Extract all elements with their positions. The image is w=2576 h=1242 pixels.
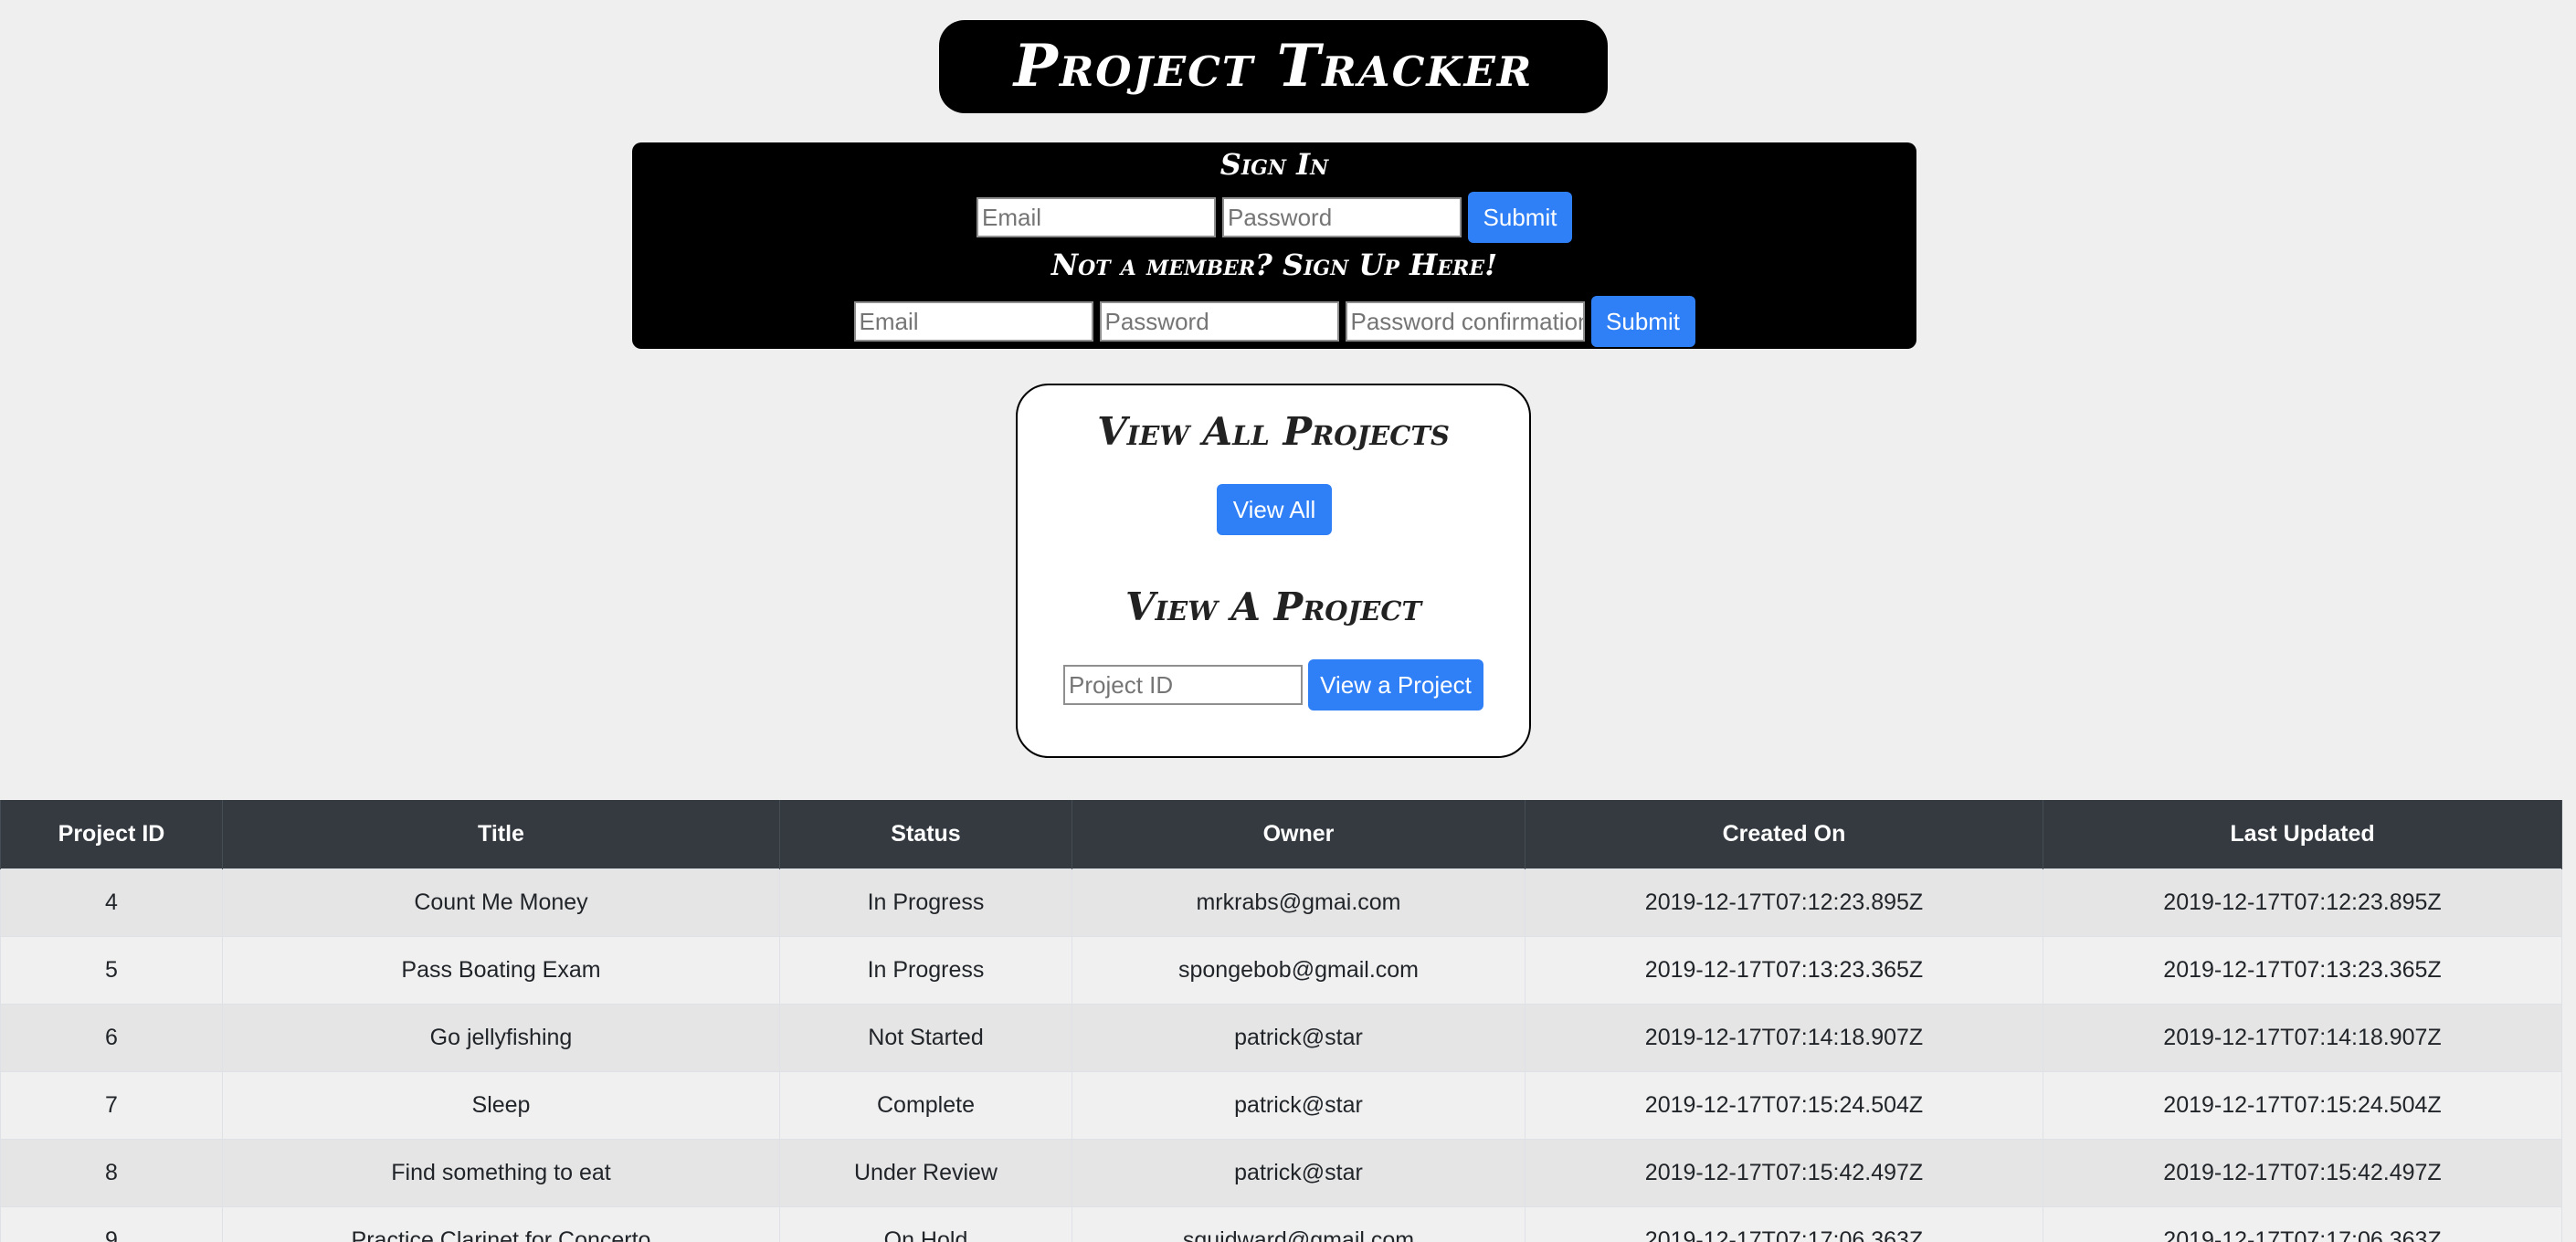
cell-last-updated: 2019-12-17T07:15:24.504Z — [2043, 1070, 2562, 1139]
view-projects-panel: View All Projects View All View A Projec… — [1016, 384, 1531, 758]
view-one-heading: View A Project — [1124, 584, 1422, 629]
cell-title: Sleep — [222, 1070, 780, 1139]
title-banner: Project Tracker — [939, 20, 1608, 113]
page-title: Project Tracker — [1013, 32, 1534, 100]
cell-last-updated: 2019-12-17T07:14:18.907Z — [2043, 1003, 2562, 1071]
header-created-on: Created On — [1525, 800, 2043, 868]
cell-created-on: 2019-12-17T07:15:42.497Z — [1525, 1138, 2043, 1206]
cell-created-on: 2019-12-17T07:17:06.363Z — [1525, 1205, 2043, 1242]
cell-project-id: 8 — [0, 1138, 223, 1206]
cell-status: Complete — [779, 1070, 1072, 1139]
cell-created-on: 2019-12-17T07:15:24.504Z — [1525, 1070, 2043, 1139]
view-all-button[interactable]: View All — [1217, 484, 1332, 535]
cell-last-updated: 2019-12-17T07:13:23.365Z — [2043, 935, 2562, 1004]
view-one-form: Project ID View a Project — [1063, 659, 1483, 710]
table-header-row: Project ID Title Status Owner Created On… — [0, 800, 2562, 868]
auth-panel: Sign In Email Password Submit Not a memb… — [632, 142, 1916, 349]
view-all-heading: View All Projects — [1097, 409, 1450, 454]
projects-table: Project ID Title Status Owner Created On… — [0, 800, 2562, 1242]
cell-project-id: 4 — [0, 868, 223, 936]
cell-owner: patrick@star — [1072, 1003, 1526, 1071]
signin-email-input[interactable]: Email — [977, 197, 1216, 237]
signup-heading: Not a member? Sign Up Here! — [1050, 247, 1498, 282]
cell-title: Pass Boating Exam — [222, 935, 780, 1004]
table-row: 8 Find something to eat Under Review pat… — [0, 1138, 2562, 1206]
cell-status: In Progress — [779, 935, 1072, 1004]
cell-created-on: 2019-12-17T07:12:23.895Z — [1525, 868, 2043, 936]
signin-form: Email Password Submit — [632, 192, 1916, 243]
cell-title: Practice Clarinet for Concerto — [222, 1205, 780, 1242]
table-row: 4 Count Me Money In Progress mrkrabs@gma… — [0, 868, 2562, 936]
table-row: 5 Pass Boating Exam In Progress spongebo… — [0, 935, 2562, 1004]
cell-status: On Hold — [779, 1205, 1072, 1242]
cell-project-id: 9 — [0, 1205, 223, 1242]
table-row: 6 Go jellyfishing Not Started patrick@st… — [0, 1003, 2562, 1071]
header-title: Title — [222, 800, 780, 868]
header-status: Status — [779, 800, 1072, 868]
signup-email-input[interactable]: Email — [853, 301, 1093, 342]
cell-project-id: 6 — [0, 1003, 223, 1071]
cell-owner: patrick@star — [1072, 1138, 1526, 1206]
cell-last-updated: 2019-12-17T07:15:42.497Z — [2043, 1138, 2562, 1206]
table-row: 9 Practice Clarinet for Concerto On Hold… — [0, 1205, 2562, 1242]
header-owner: Owner — [1072, 800, 1526, 868]
cell-title: Count Me Money — [222, 868, 780, 936]
signin-submit-button[interactable]: Submit — [1468, 192, 1572, 243]
header-last-updated: Last Updated — [2043, 800, 2562, 868]
cell-owner: mrkrabs@gmai.com — [1072, 868, 1526, 936]
view-project-button[interactable]: View a Project — [1308, 659, 1483, 710]
cell-status: Under Review — [779, 1138, 1072, 1206]
signup-form: Email Password Password confirmation Sub… — [632, 296, 1916, 347]
cell-title: Go jellyfishing — [222, 1003, 780, 1071]
signup-submit-button[interactable]: Submit — [1590, 296, 1695, 347]
header-project-id: Project ID — [0, 800, 223, 868]
cell-status: Not Started — [779, 1003, 1072, 1071]
signup-password-confirmation-input[interactable]: Password confirmation — [1345, 301, 1585, 342]
cell-owner: patrick@star — [1072, 1070, 1526, 1139]
cell-created-on: 2019-12-17T07:14:18.907Z — [1525, 1003, 2043, 1071]
cell-owner: spongebob@gmail.com — [1072, 935, 1526, 1004]
signin-heading: Sign In — [1219, 147, 1329, 182]
cell-title: Find something to eat — [222, 1138, 780, 1206]
cell-last-updated: 2019-12-17T07:12:23.895Z — [2043, 868, 2562, 936]
cell-last-updated: 2019-12-17T07:17:06.363Z — [2043, 1205, 2562, 1242]
signin-password-input[interactable]: Password — [1222, 197, 1462, 237]
signup-password-input[interactable]: Password — [1099, 301, 1339, 342]
cell-status: In Progress — [779, 868, 1072, 936]
cell-created-on: 2019-12-17T07:13:23.365Z — [1525, 935, 2043, 1004]
cell-project-id: 5 — [0, 935, 223, 1004]
cell-project-id: 7 — [0, 1070, 223, 1139]
project-id-input[interactable]: Project ID — [1063, 665, 1303, 705]
table-row: 7 Sleep Complete patrick@star 2019-12-17… — [0, 1070, 2562, 1139]
cell-owner: squidward@gmail.com — [1072, 1205, 1526, 1242]
